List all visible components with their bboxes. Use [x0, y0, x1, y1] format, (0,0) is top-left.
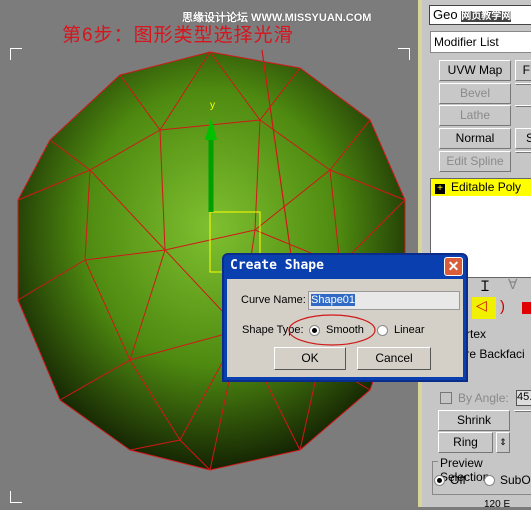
- close-icon[interactable]: ✕: [444, 257, 463, 276]
- curve-name-label: Curve Name:: [241, 294, 306, 306]
- preview-off-label: Off: [450, 473, 466, 487]
- modifier-list-dropdown[interactable]: Modifier List: [430, 31, 531, 53]
- modifier-button[interactable]: [515, 83, 531, 85]
- ffd-button[interactable]: FF: [515, 60, 531, 81]
- shrink-button[interactable]: Shrink: [438, 410, 510, 431]
- preview-subobj-radio[interactable]: [484, 475, 495, 486]
- ring-spinner[interactable]: ⇕: [496, 432, 510, 453]
- preview-off-radio[interactable]: [434, 475, 445, 486]
- dialog-title: Create Shape: [230, 258, 324, 273]
- stack-item-editable-poly[interactable]: + Editable Poly: [431, 179, 531, 196]
- linear-label: Linear: [394, 324, 425, 336]
- by-angle-label: By Angle:: [458, 391, 509, 405]
- preview-subobj-label: SubOb: [500, 473, 531, 487]
- cancel-button[interactable]: Cancel: [357, 347, 431, 370]
- uvw-map-button[interactable]: UVW Map: [439, 60, 511, 81]
- show-end-result-icon[interactable]: ∀: [508, 276, 518, 293]
- edit-spline-button[interactable]: Edit Spline: [439, 151, 511, 172]
- pin-stack-icon[interactable]: Ｉ: [478, 276, 492, 296]
- edge-subobject-icon[interactable]: ◁: [472, 297, 496, 319]
- modifier-button[interactable]: [515, 105, 531, 107]
- s-button[interactable]: S: [515, 128, 531, 149]
- modifier-button[interactable]: [515, 151, 531, 153]
- y-axis-label: y: [210, 100, 215, 111]
- dialog-body: Curve Name: Shape01 Shape Type: Smooth L…: [227, 279, 463, 377]
- smooth-radio[interactable]: [309, 325, 320, 336]
- selection-status: 120 E: [484, 499, 511, 510]
- object-type-dropdown[interactable]: Geo 网页教学网 WWW.WEBJX.COM: [429, 5, 531, 42]
- linear-radio[interactable]: [377, 325, 388, 336]
- polygon-subobject-icon[interactable]: [522, 302, 531, 314]
- normal-button[interactable]: Normal: [439, 128, 511, 149]
- grow-button[interactable]: [514, 410, 531, 412]
- by-angle-field[interactable]: 45.0: [516, 390, 531, 406]
- border-subobject-icon[interactable]: ): [500, 298, 505, 315]
- ring-button[interactable]: Ring: [438, 432, 493, 453]
- step-caption: 第6步：图形类型选择光滑: [62, 25, 294, 46]
- shape-type-label: Shape Type:: [242, 324, 304, 336]
- by-angle-checkbox[interactable]: [440, 392, 452, 404]
- curve-name-input[interactable]: Shape01: [308, 291, 460, 310]
- expand-icon[interactable]: +: [435, 184, 445, 194]
- bevel-button[interactable]: Bevel: [439, 83, 511, 104]
- ok-button[interactable]: OK: [274, 347, 346, 370]
- lathe-button[interactable]: Lathe: [439, 105, 511, 126]
- create-shape-dialog: Create Shape ✕ Curve Name: Shape01 Shape…: [222, 253, 468, 382]
- smooth-label: Smooth: [326, 324, 364, 336]
